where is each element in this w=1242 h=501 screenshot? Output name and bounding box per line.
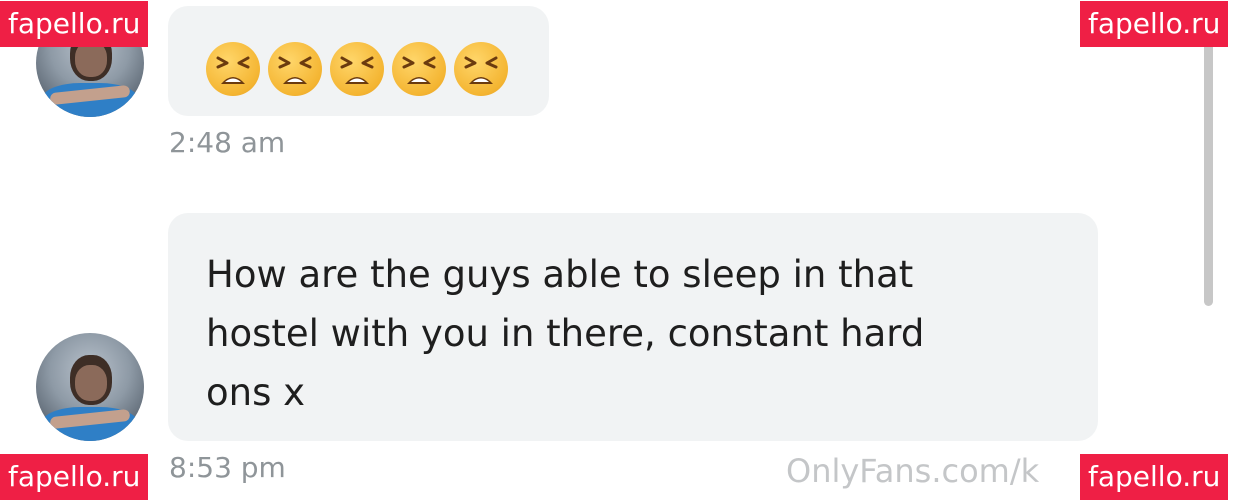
- message-timestamp: 8:53 pm: [169, 451, 286, 484]
- tired-face-icon: [454, 42, 508, 96]
- message-bubble-text[interactable]: How are the guys able to sleep in that h…: [168, 213, 1098, 441]
- message-bubble-emoji[interactable]: [168, 6, 549, 116]
- chat-scrollbar[interactable]: [1204, 40, 1213, 306]
- tired-face-icon: [392, 42, 446, 96]
- avatar-face: [75, 365, 107, 401]
- chat-screen: 2:48 am How are the guys able to sleep i…: [0, 0, 1242, 501]
- tired-face-icon: [206, 42, 260, 96]
- tired-face-icon: [330, 42, 384, 96]
- footer-url: OnlyFans.com/k: [786, 452, 1040, 490]
- tired-face-icon: [268, 42, 322, 96]
- sender-avatar[interactable]: [36, 333, 144, 441]
- message-text: How are the guys able to sleep in that h…: [206, 253, 925, 414]
- watermark-badge: fapello.ru: [0, 454, 149, 500]
- watermark-badge: fapello.ru: [0, 1, 149, 47]
- emoji-row: [206, 42, 508, 96]
- watermark-badge: fapello.ru: [1080, 1, 1229, 47]
- watermark-badge: fapello.ru: [1080, 454, 1229, 500]
- message-timestamp: 2:48 am: [169, 126, 286, 159]
